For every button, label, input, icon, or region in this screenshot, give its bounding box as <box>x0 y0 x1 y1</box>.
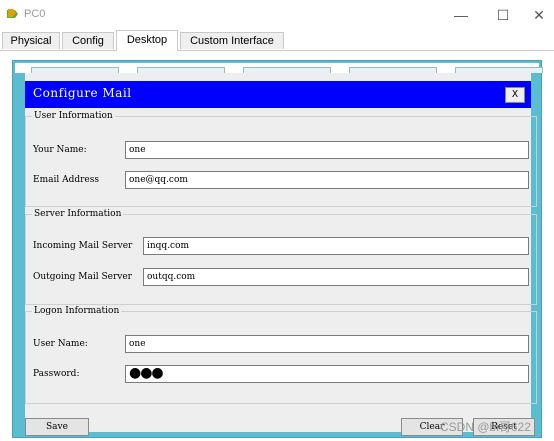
outgoing-mail-server-input[interactable]: outqq.com <box>143 268 529 286</box>
server-information-section: Server Information <box>25 209 537 305</box>
email-address-label: Email Address <box>33 175 99 185</box>
user-information-section: User Information <box>25 111 537 207</box>
user-name-label: User Name: <box>33 339 88 349</box>
incoming-mail-server-input[interactable]: inqq.com <box>143 237 529 255</box>
user-name-input[interactable]: one <box>125 335 529 353</box>
configure-mail-close-button[interactable]: X <box>505 87 525 103</box>
window-title: PC0 <box>24 8 46 20</box>
tab-bar: Physical Config Desktop Custom Interface <box>0 30 554 51</box>
desktop-app-strip <box>15 63 543 73</box>
configure-mail-window: Configure Mail X User Information Your N… <box>25 73 537 436</box>
configure-mail-title: Configure Mail <box>33 86 132 100</box>
packet-tracer-app-icon <box>7 9 18 18</box>
configure-mail-title-bar: Configure Mail X <box>25 81 531 108</box>
tab-desktop[interactable]: Desktop <box>116 30 178 51</box>
maximize-button[interactable]: ☐ <box>488 4 518 26</box>
password-input[interactable]: ●●● <box>125 365 529 383</box>
outgoing-mail-server-label: Outgoing Mail Server <box>33 272 132 282</box>
password-label: Password: <box>33 369 80 379</box>
email-address-input[interactable]: one@qq.com <box>125 171 529 189</box>
minimize-button[interactable]: — <box>446 4 476 26</box>
tab-physical[interactable]: Physical <box>2 32 60 49</box>
tab-custom-interface[interactable]: Custom Interface <box>180 32 284 49</box>
user-information-legend: User Information <box>34 111 113 121</box>
your-name-label: Your Name: <box>33 145 87 155</box>
close-window-button[interactable]: ✕ <box>524 4 554 26</box>
window-title-bar: PC0 — ☐ ✕ <box>0 0 554 30</box>
server-information-legend: Server Information <box>34 209 122 219</box>
logon-information-section: Logon Information <box>25 306 537 404</box>
desktop-frame: Configure Mail X User Information Your N… <box>12 60 543 438</box>
csdn-watermark: CSDN @bi哥622 <box>440 420 531 434</box>
incoming-mail-server-label: Incoming Mail Server <box>33 241 133 251</box>
your-name-input[interactable]: one <box>125 141 529 159</box>
save-button[interactable]: Save <box>25 418 89 436</box>
logon-information-legend: Logon Information <box>34 306 120 316</box>
tab-config[interactable]: Config <box>62 32 114 49</box>
